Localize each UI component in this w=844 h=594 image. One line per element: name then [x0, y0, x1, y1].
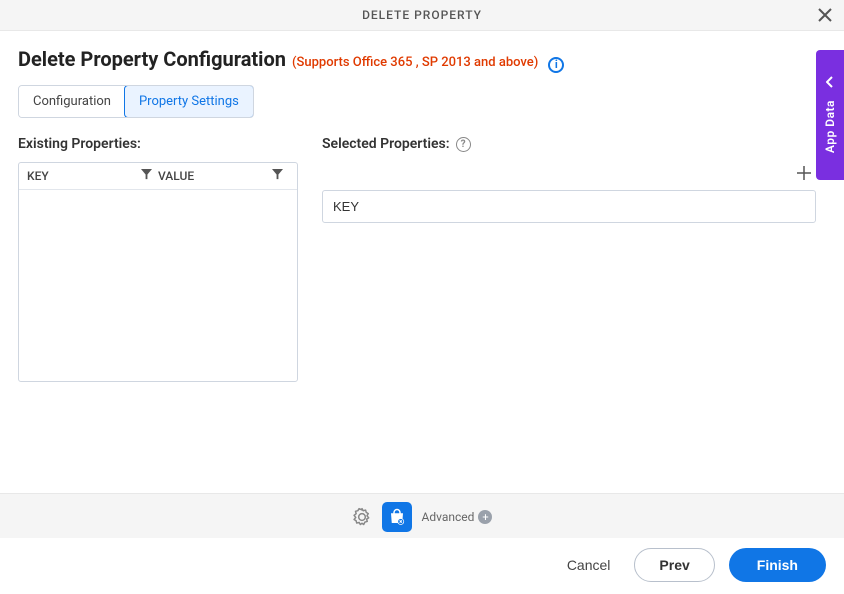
app-data-side-tab[interactable]: App Data [816, 50, 844, 180]
grid-col-key-label: KEY [27, 169, 49, 183]
selected-property-input[interactable] [322, 190, 816, 223]
gear-icon[interactable] [352, 507, 372, 527]
selected-properties-section: Selected Properties: ? [322, 136, 826, 382]
dialog-title: DELETE PROPERTY [362, 8, 482, 22]
help-icon[interactable]: ? [456, 137, 471, 152]
existing-properties-grid: KEY VALUE [18, 162, 298, 382]
footer-advanced-bar: Advanced + [0, 493, 844, 540]
add-icon[interactable] [796, 164, 812, 184]
page-title: Delete Property Configuration [18, 47, 286, 71]
cancel-button[interactable]: Cancel [557, 549, 621, 581]
advanced-toggle[interactable]: Advanced + [422, 510, 493, 524]
chevron-left-icon [826, 76, 834, 92]
prev-button[interactable]: Prev [634, 548, 714, 582]
advanced-label-text: Advanced [422, 510, 475, 524]
existing-properties-label: Existing Properties: [18, 136, 298, 152]
support-note: (Supports Office 365 , SP 2013 and above… [292, 55, 538, 70]
tab-property-settings[interactable]: Property Settings [124, 85, 254, 118]
existing-properties-section: Existing Properties: KEY VALUE [18, 136, 298, 382]
side-tab-label: App Data [823, 100, 837, 153]
grid-col-value: VALUE [158, 169, 289, 183]
footer-actions: Cancel Prev Finish [0, 538, 844, 594]
grid-header: KEY VALUE [19, 163, 297, 190]
grid-col-key: KEY [27, 169, 158, 183]
columns: Existing Properties: KEY VALUE [18, 136, 826, 382]
selected-toolbar [322, 162, 816, 190]
tab-configuration[interactable]: Configuration [19, 86, 125, 117]
selected-properties-label: Selected Properties: ? [322, 136, 816, 152]
plus-circle-icon: + [478, 510, 492, 524]
dialog-header: DELETE PROPERTY [0, 0, 844, 31]
filter-icon[interactable] [141, 169, 152, 183]
finish-button[interactable]: Finish [729, 548, 826, 582]
grid-col-value-label: VALUE [158, 169, 194, 183]
dialog-content: Delete Property Configuration (Supports … [0, 31, 844, 382]
bag-icon[interactable] [382, 502, 412, 532]
info-icon[interactable]: i [548, 57, 564, 73]
selected-properties-label-text: Selected Properties: [322, 136, 450, 152]
tab-group: Configuration Property Settings [18, 85, 254, 118]
filter-icon[interactable] [272, 169, 283, 183]
page-title-row: Delete Property Configuration (Supports … [18, 47, 826, 71]
close-icon[interactable] [818, 6, 832, 27]
